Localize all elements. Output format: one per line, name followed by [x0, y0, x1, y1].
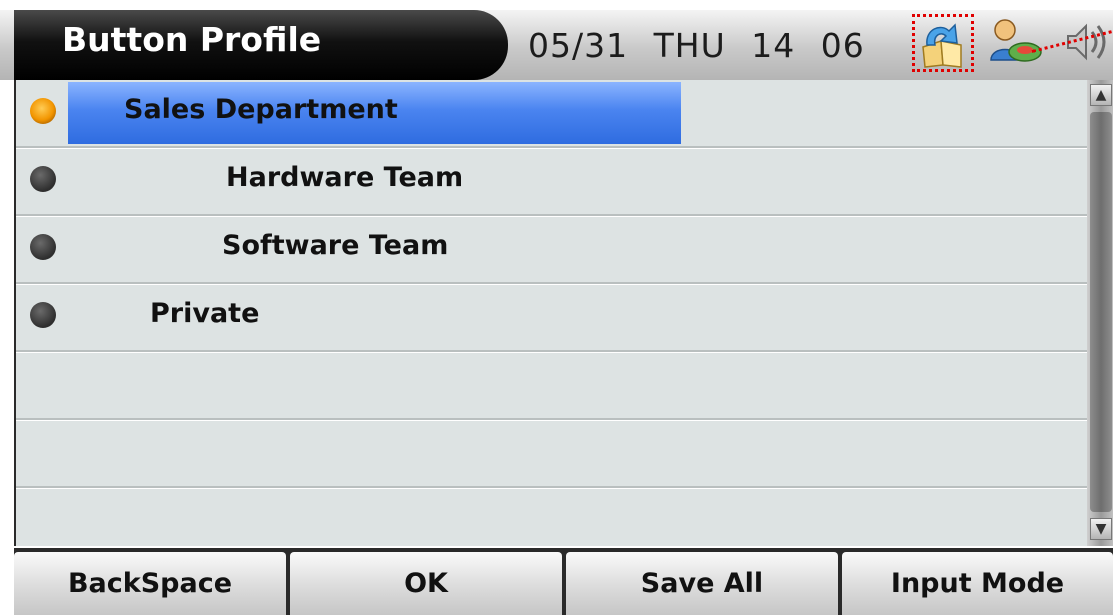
page-title: Button Profile: [62, 20, 322, 59]
list-item[interactable]: Sales Department: [16, 80, 1087, 148]
radio-selected-icon[interactable]: [30, 98, 56, 124]
profile-list: Sales Department Hardware Team Software …: [14, 80, 1113, 546]
list-item[interactable]: Private: [16, 284, 1087, 352]
hour: 14: [751, 26, 796, 65]
list-item[interactable]: Hardware Team: [16, 148, 1087, 216]
backspace-button[interactable]: BackSpace: [14, 552, 286, 615]
empty-row: [16, 488, 1087, 554]
list-item-label: Software Team: [222, 230, 449, 261]
ok-button[interactable]: OK: [290, 552, 562, 615]
date-time: 05/31 THU 14 06: [528, 26, 865, 65]
list-item-label: Private: [150, 298, 260, 329]
minute: 06: [820, 26, 865, 65]
date: 05/31: [528, 26, 629, 65]
radio-icon[interactable]: [30, 302, 56, 328]
radio-icon[interactable]: [30, 234, 56, 260]
user-status-icon: [985, 14, 1047, 72]
list-item-label: Sales Department: [124, 94, 398, 125]
radio-icon[interactable]: [30, 166, 56, 192]
input-mode-button[interactable]: Input Mode: [842, 552, 1113, 615]
softkey-bar: BackSpace OK Save All Input Mode: [14, 548, 1113, 615]
scroll-up-icon[interactable]: ▲: [1090, 84, 1112, 106]
empty-row: [16, 420, 1087, 488]
empty-row: [16, 352, 1087, 420]
title-tab: Button Profile: [14, 10, 508, 80]
phonebook-icon: [912, 14, 974, 72]
status-bar: Button Profile 05/31 THU 14 06: [0, 10, 1113, 80]
weekday: THU: [653, 26, 726, 65]
scroll-thumb[interactable]: [1090, 112, 1112, 512]
scroll-down-icon[interactable]: ▼: [1090, 518, 1112, 540]
scrollbar[interactable]: ▲ ▼: [1087, 80, 1113, 546]
save-all-button[interactable]: Save All: [566, 552, 838, 615]
list-item-label: Hardware Team: [226, 162, 464, 193]
list-item[interactable]: Software Team: [16, 216, 1087, 284]
